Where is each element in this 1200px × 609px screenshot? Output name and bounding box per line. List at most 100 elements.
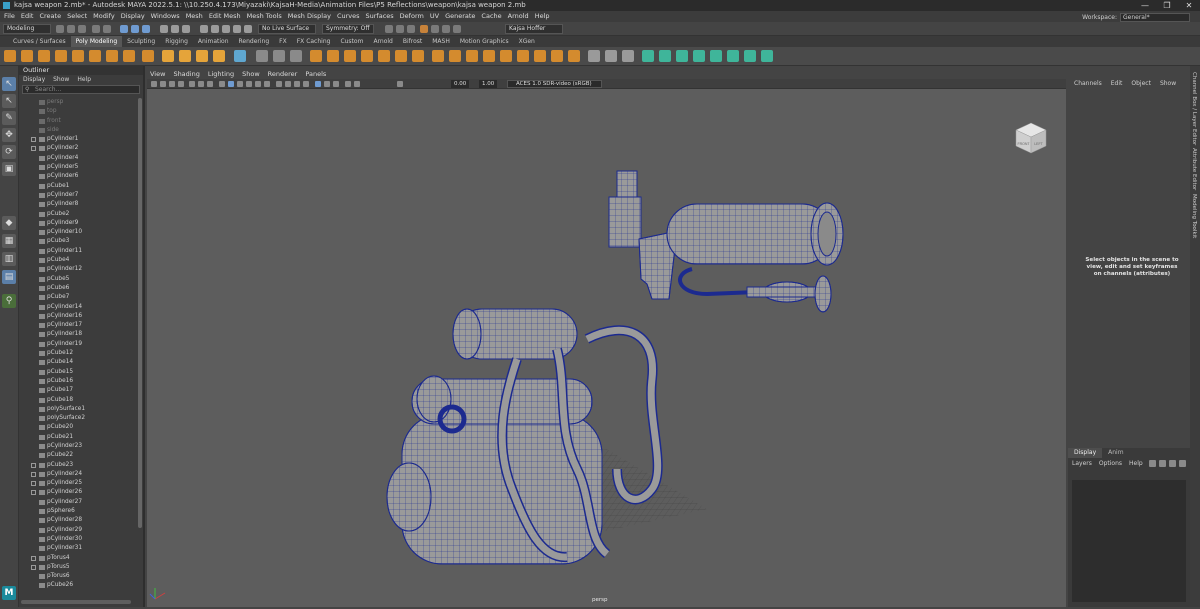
channel-box-menu-object[interactable]: Object (1131, 79, 1151, 89)
lasso-tool-icon[interactable]: ↖ (2, 94, 16, 108)
menu-surfaces[interactable]: Surfaces (366, 11, 394, 22)
view-cube[interactable]: FRONT LEFT (1014, 121, 1048, 157)
outliner-item[interactable]: pCylinder12 (19, 265, 137, 274)
outliner-item[interactable]: pCube26 (19, 581, 137, 590)
outliner-item[interactable]: pCylinder28 (19, 516, 137, 525)
layer-tab-display[interactable]: Display (1068, 448, 1103, 458)
reduce-icon[interactable] (327, 50, 339, 62)
outliner-item[interactable]: pCube3 (19, 237, 137, 246)
outliner-item[interactable]: pCylinder31 (19, 544, 137, 553)
outliner-search-input[interactable]: ⚲ Search... (22, 85, 140, 94)
menu-cache[interactable]: Cache (481, 11, 501, 22)
four-view-layout-icon[interactable]: ▦ (2, 234, 16, 248)
extrude-icon[interactable] (395, 50, 407, 62)
ipr-render-icon[interactable] (396, 25, 404, 33)
menu-select[interactable]: Select (67, 11, 87, 22)
menu-mesh[interactable]: Mesh (186, 11, 203, 22)
move-layer-down-icon[interactable] (1159, 460, 1166, 467)
outliner-item[interactable]: pCube21 (19, 433, 137, 442)
open-scene-icon[interactable] (67, 25, 75, 33)
remesh-icon[interactable] (344, 50, 356, 62)
bookmarks-icon[interactable] (169, 81, 175, 87)
svg-tool-icon[interactable] (213, 50, 225, 62)
menu-file[interactable]: File (4, 11, 15, 22)
xray-icon[interactable] (324, 81, 330, 87)
uv-automatic-icon[interactable] (693, 50, 705, 62)
select-tool-icon[interactable]: ↖ (2, 77, 16, 91)
outliner-item[interactable]: pTorus5 (19, 563, 137, 572)
shelf-tab-rigging[interactable]: Rigging (160, 36, 193, 47)
move-layer-up-icon[interactable] (1149, 460, 1156, 467)
layer-list[interactable] (1072, 480, 1186, 602)
menu-edit-mesh[interactable]: Edit Mesh (209, 11, 241, 22)
snap-curve-icon[interactable] (211, 25, 219, 33)
close-button[interactable]: ✕ (1178, 0, 1200, 11)
minimize-button[interactable]: — (1134, 0, 1156, 11)
outliner-item[interactable]: pCylinder14 (19, 303, 137, 312)
use-all-lights-icon[interactable] (255, 81, 261, 87)
new-scene-icon[interactable] (56, 25, 64, 33)
menu-mesh-tools[interactable]: Mesh Tools (247, 11, 282, 22)
uv-unfold-icon[interactable] (744, 50, 756, 62)
side-tab-channel-box[interactable]: Channel Box / Layer Editor (1191, 72, 1197, 145)
gamma-icon[interactable] (345, 81, 351, 87)
shelf-tab-mash[interactable]: MASH (427, 36, 455, 47)
shelf-tab-fx[interactable]: FX (274, 36, 292, 47)
search-icon[interactable]: ⚲ (2, 294, 16, 308)
menu-mesh-display[interactable]: Mesh Display (288, 11, 331, 22)
scene-view[interactable]: FRONT LEFT persp (147, 89, 1066, 607)
target-weld-icon[interactable] (605, 50, 617, 62)
outliner-item[interactable]: pCylinder29 (19, 526, 137, 535)
select-component-icon[interactable] (142, 25, 150, 33)
exposure-field[interactable]: 0.00 (451, 80, 470, 88)
super-shape-icon[interactable] (179, 50, 191, 62)
viewport-menu-view[interactable]: View (150, 70, 165, 79)
outliner-item[interactable]: pSphere6 (19, 507, 137, 516)
channel-box-menu-show[interactable]: Show (1160, 79, 1176, 89)
channel-box-menu-edit[interactable]: Edit (1111, 79, 1123, 89)
uv-cut-icon[interactable] (710, 50, 722, 62)
outliner-item[interactable]: pCylinder27 (19, 498, 137, 507)
expand-toggle-icon[interactable] (31, 564, 36, 570)
connect-icon[interactable] (622, 50, 634, 62)
bevel-icon[interactable] (432, 50, 444, 62)
outliner-item[interactable]: pCylinder10 (19, 228, 137, 237)
arnold-render-view-icon[interactable] (420, 25, 428, 33)
channel-box-menu-channels[interactable]: Channels (1074, 79, 1102, 89)
select-camera-icon[interactable] (151, 81, 157, 87)
viewport-menu-shading[interactable]: Shading (173, 70, 199, 79)
shelf-tab-poly-modeling[interactable]: Poly Modeling (70, 36, 123, 47)
circularize-icon[interactable] (517, 50, 529, 62)
select-by-joint-icon[interactable] (171, 25, 179, 33)
save-scene-icon[interactable] (78, 25, 86, 33)
image-plane-icon[interactable] (178, 81, 184, 87)
viewport-menu-show[interactable]: Show (242, 70, 260, 79)
menu-set-dropdown[interactable]: Modeling (3, 24, 51, 34)
select-object-icon[interactable] (131, 25, 139, 33)
shelf-tab-motion-graphics[interactable]: Motion Graphics (455, 36, 514, 47)
shadows-icon[interactable] (264, 81, 270, 87)
new-layer-selected-icon[interactable] (1179, 460, 1186, 467)
outliner-item[interactable]: pCylinder8 (19, 200, 137, 209)
menu-arnold[interactable]: Arnold (508, 11, 529, 22)
outliner-item[interactable]: pTorus4 (19, 554, 137, 563)
move-tool-icon[interactable]: ✥ (2, 128, 16, 142)
snap-point-icon[interactable] (222, 25, 230, 33)
uv-spherical-icon[interactable] (676, 50, 688, 62)
multi-cut-icon[interactable] (588, 50, 600, 62)
shelf-tab-curves-surfaces[interactable]: Curves / Surfaces (8, 36, 71, 47)
outliner-item[interactable]: pCylinder24 (19, 470, 137, 479)
expand-toggle-icon[interactable] (31, 137, 36, 143)
outliner-item[interactable]: front (19, 117, 137, 126)
outliner-item[interactable]: pCylinder18 (19, 330, 137, 339)
snap-grid-icon[interactable] (200, 25, 208, 33)
separate-icon[interactable] (273, 50, 285, 62)
paint-select-tool-icon[interactable]: ✎ (2, 111, 16, 125)
gamma-field[interactable]: 1.00 (479, 80, 498, 88)
viewport-menu-renderer[interactable]: Renderer (268, 70, 298, 79)
wedge-icon[interactable] (500, 50, 512, 62)
outliner-item[interactable]: pCube4 (19, 256, 137, 265)
gun-model[interactable] (608, 170, 844, 313)
poke-icon[interactable] (483, 50, 495, 62)
perspective-viewport[interactable]: View Shading Lighting Show Renderer Panels 0.… (147, 70, 1066, 607)
